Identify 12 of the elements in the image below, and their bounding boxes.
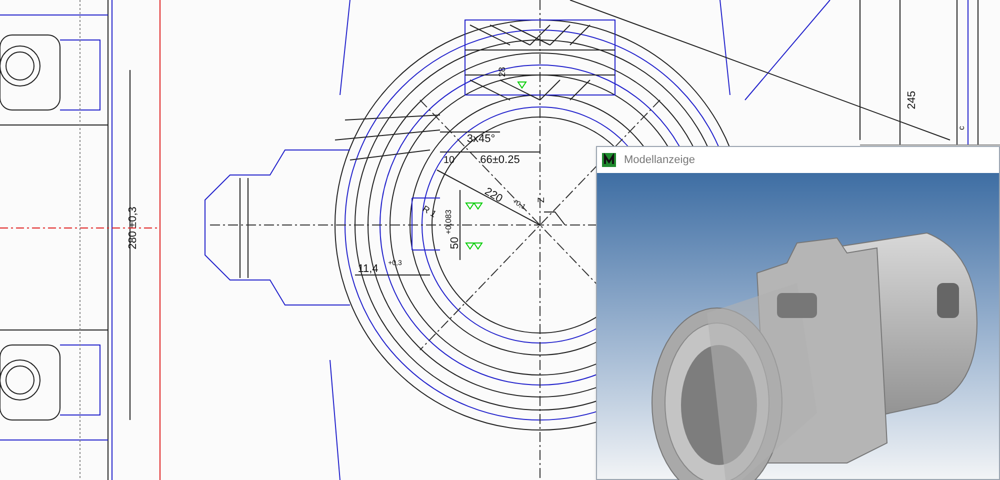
dimension-label: 280 ±0,3 bbox=[127, 206, 139, 250]
dimension-label: 50 bbox=[449, 236, 461, 250]
dimension-label: 245 bbox=[906, 90, 918, 110]
window-title: Modellanzeige bbox=[624, 152, 695, 168]
dimension-label: c bbox=[957, 126, 966, 130]
dimension-label: R 1 bbox=[420, 204, 438, 220]
dimension-label: +0,083 bbox=[444, 210, 453, 234]
dimension-label: 66±0.25 bbox=[480, 154, 520, 166]
dimension-label: 220 bbox=[482, 186, 504, 206]
dimension-label: Z bbox=[536, 197, 546, 203]
app-logo-icon bbox=[602, 153, 616, 167]
dimension-label: 28 bbox=[497, 67, 507, 77]
